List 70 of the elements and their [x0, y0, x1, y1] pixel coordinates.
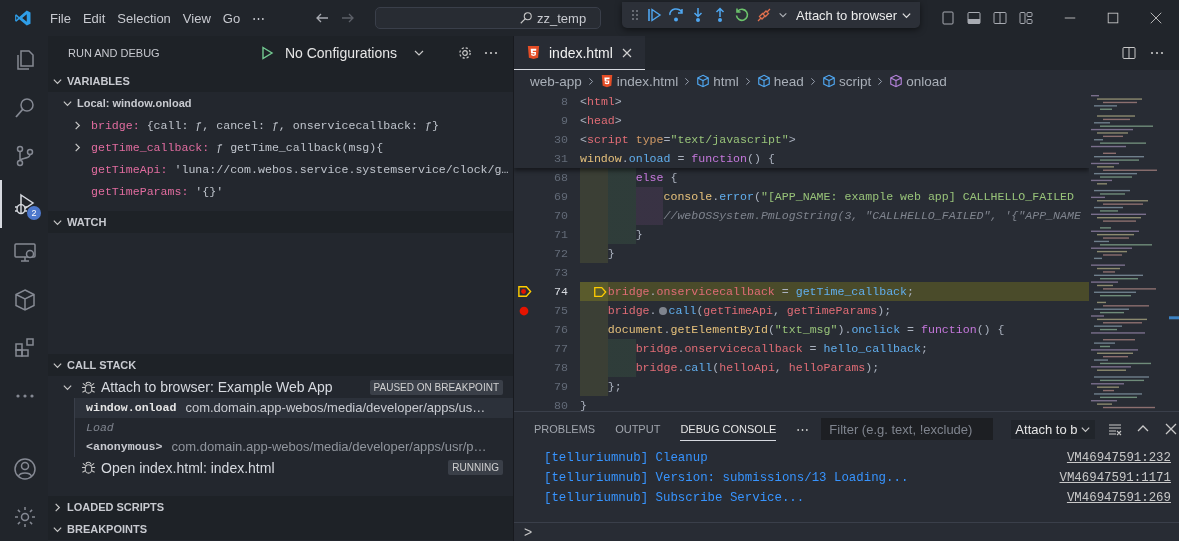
line-number: 30: [553, 133, 568, 146]
section-header[interactable]: LOADED SCRIPTS: [48, 496, 513, 518]
stack-frame[interactable]: window.onload com.domain.app-webos/media/developer/apps/us…: [75, 398, 513, 418]
line-number: 73: [553, 266, 568, 279]
line-number: 69: [553, 190, 568, 203]
menu-item[interactable]: File: [44, 10, 77, 26]
section-header[interactable]: CALL STACK: [48, 354, 513, 376]
session-dropdown[interactable]: Attach to b: [1011, 419, 1095, 439]
menu-more[interactable]: ⋯: [246, 10, 272, 26]
panel-tab[interactable]: DEBUG CONSOLE: [680, 417, 777, 441]
panel-tab[interactable]: PROBLEMS: [534, 417, 596, 441]
console-message: [telluriumnub] Cleanup: [544, 451, 708, 465]
debug-configuration-dropdown[interactable]: Attach to browser: [796, 7, 913, 23]
line-number: 8: [560, 95, 568, 108]
frame-label: Load: [86, 420, 114, 434]
console-message: [telluriumnub] Subscribe Service...: [544, 491, 805, 505]
variable-entry[interactable]: bridge: {call: ƒ, cancel: ƒ, onservicecallback: ƒ}: [91, 118, 439, 132]
configuration-dropdown[interactable]: No Configurations: [284, 45, 439, 61]
section-header[interactable]: BREAKPOINTS: [48, 518, 513, 540]
source-link[interactable]: VM46947591:232: [1066, 451, 1171, 465]
source-link[interactable]: VM46947591:269: [1066, 491, 1171, 505]
menu-item[interactable]: Selection: [111, 10, 177, 26]
line-number: 31: [553, 152, 568, 165]
debug-session[interactable]: Open index.html: index.html: [101, 459, 275, 476]
line-number: 70: [553, 209, 568, 222]
breadcrumb[interactable]: html: [696, 73, 739, 89]
session-status: PAUSED ON BREAKPOINT: [369, 379, 503, 395]
menu-item[interactable]: View: [176, 10, 217, 26]
line-number: 71: [553, 228, 568, 241]
line-number: 68: [553, 171, 568, 184]
breadcrumb[interactable]: head: [756, 73, 804, 89]
line-number: 77: [553, 342, 568, 355]
line-number: 76: [553, 323, 568, 336]
notification-badge: 2: [27, 206, 41, 220]
section-header[interactable]: WATCH: [48, 211, 513, 233]
line-number: 80: [553, 399, 568, 411]
breadcrumb[interactable]: onload: [889, 73, 947, 89]
console-prompt[interactable]: >: [524, 524, 533, 540]
code-line: <script type="text/javascript">: [580, 132, 797, 148]
line-number: 79: [553, 380, 568, 393]
variable-entry[interactable]: getTimeParams: '{}': [91, 184, 224, 198]
source-link[interactable]: VM46947591:1171: [1059, 471, 1171, 485]
line-number: 9: [560, 114, 568, 127]
session-status: RUNNING: [448, 460, 503, 475]
command-center[interactable]: zz_temp: [375, 7, 602, 29]
console-message: [telluriumnub] Version: submissions/13 Loading...: [544, 471, 909, 485]
variable-entry[interactable]: getTime_callback: ƒ getTime_callback(msg){: [91, 140, 384, 154]
variable-entry[interactable]: getTimeApi: 'luna://com.webos.service.systemservice/clock/g…: [91, 162, 509, 176]
panel-tab[interactable]: OUTPUT: [615, 417, 661, 441]
debug-session[interactable]: Attach to browser: Example Web App: [101, 379, 333, 395]
code-line: window.onload = function() {: [580, 151, 776, 167]
scope-row[interactable]: Local: window.onload: [48, 92, 513, 114]
section-header[interactable]: VARIABLES: [48, 70, 513, 92]
line-number: 78: [553, 361, 568, 374]
line-number: 72: [553, 247, 568, 260]
filter-field[interactable]: Filter (e.g. text, !exclude): [821, 418, 994, 440]
line-number: 75: [553, 304, 568, 317]
panel-more[interactable]: ⋯: [796, 421, 810, 437]
breadcrumb[interactable]: script: [821, 73, 872, 89]
sidebar-title: RUN AND DEBUG: [68, 47, 160, 59]
menu-item[interactable]: Edit: [76, 10, 112, 26]
editor-tab[interactable]: index.html: [514, 36, 645, 70]
menu-item[interactable]: Go: [216, 10, 247, 26]
line-number: 74: [553, 285, 568, 298]
code-line: <head>: [580, 113, 623, 129]
breadcrumb[interactable]: web-app: [530, 73, 582, 89]
code-line: }: [580, 398, 588, 411]
code-line: <html>: [580, 94, 623, 110]
breadcrumb[interactable]: index.html: [599, 73, 679, 89]
stack-frame[interactable]: <anonymous> com.domain.app-webos/media/developer/apps/usr/p…: [75, 437, 513, 457]
